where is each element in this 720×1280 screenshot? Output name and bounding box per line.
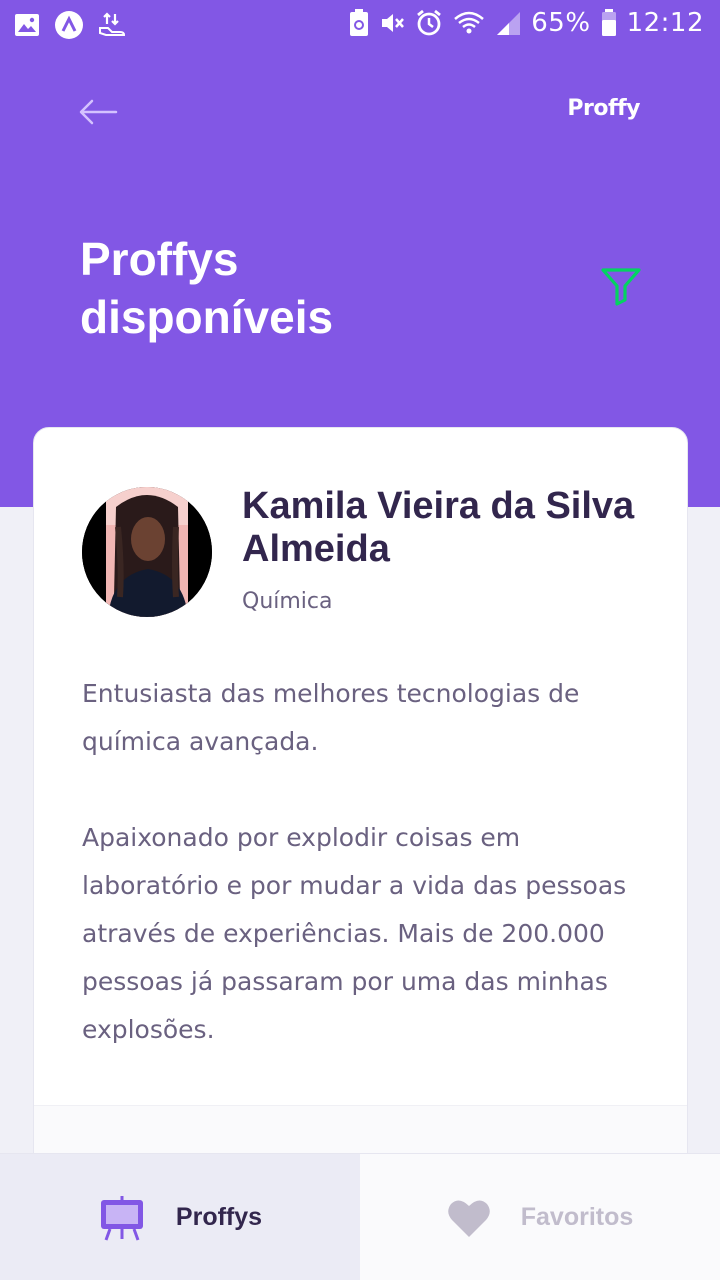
tab-proffys[interactable]: Proffys bbox=[0, 1154, 360, 1280]
app-icon bbox=[55, 11, 83, 39]
battery-icon bbox=[601, 9, 616, 36]
filter-icon[interactable] bbox=[600, 266, 642, 306]
wifi-icon bbox=[454, 11, 485, 34]
tab-favoritos[interactable]: Favoritos bbox=[360, 1154, 720, 1280]
proffy-logo: Proffy bbox=[567, 96, 640, 121]
data-transfer-icon bbox=[99, 12, 126, 36]
battery-saver-icon bbox=[350, 9, 369, 36]
page-title: Proffys disponíveis bbox=[80, 233, 334, 343]
tab-label-proffys: Proffys bbox=[175, 1203, 263, 1231]
teacher-name: Kamila Vieira da Silva Almeida bbox=[242, 485, 635, 570]
easel-icon bbox=[100, 1195, 143, 1241]
alarm-icon bbox=[417, 9, 442, 36]
bio-paragraph: Entusiasta das melhores tecnologias de q… bbox=[82, 679, 580, 756]
bottom-tab-bar: Proffys Favoritos bbox=[0, 1153, 720, 1280]
status-bar: 65% 12:12 bbox=[0, 0, 720, 48]
battery-percent: 65% bbox=[531, 8, 591, 38]
mute-icon bbox=[382, 14, 405, 32]
teacher-bio: Entusiasta das melhores tecnologias de q… bbox=[82, 670, 662, 1102]
tab-label-favoritos: Favoritos bbox=[520, 1203, 634, 1231]
clock: 12:12 bbox=[626, 8, 704, 38]
bio-paragraph: Apaixonado por explodir coisas em labora… bbox=[82, 823, 627, 1044]
signal-icon bbox=[497, 12, 521, 35]
heart-icon bbox=[447, 1199, 490, 1237]
teacher-subject: Química bbox=[242, 589, 333, 614]
gallery-icon bbox=[15, 14, 39, 36]
back-arrow-icon[interactable] bbox=[78, 96, 118, 128]
teacher-avatar bbox=[82, 487, 212, 617]
teacher-card: Kamila Vieira da Silva Almeida Química E… bbox=[33, 427, 688, 1187]
